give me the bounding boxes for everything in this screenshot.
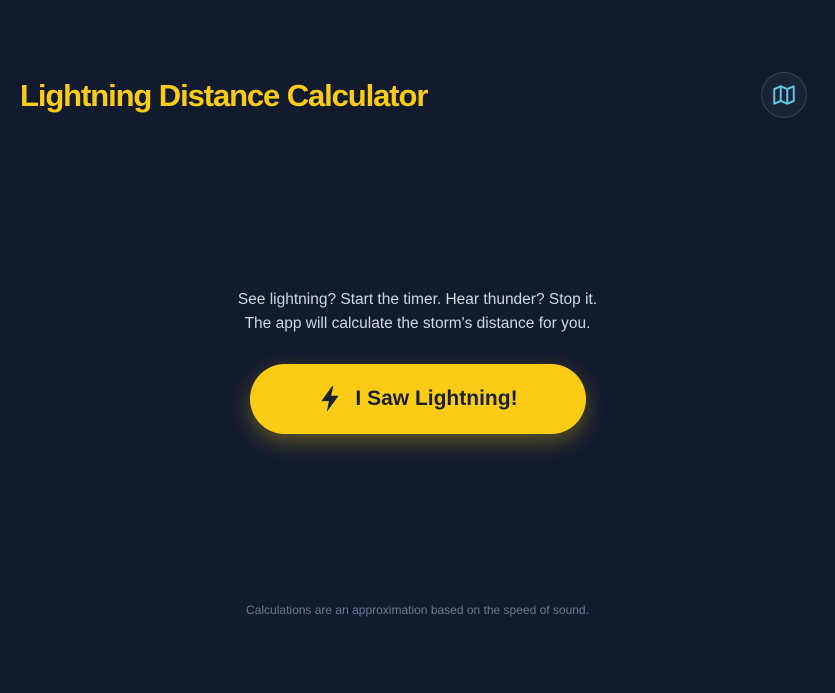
footer-note: Calculations are an approximation based … xyxy=(246,603,589,617)
button-label: I Saw Lightning! xyxy=(355,387,518,410)
main-content: See lightning? Start the timer. Hear thu… xyxy=(0,288,835,434)
lightning-bolt-icon xyxy=(317,385,343,413)
app-container: Lightning Distance Calculator See lightn… xyxy=(0,0,835,693)
i-saw-lightning-button[interactable]: I Saw Lightning! xyxy=(249,364,586,434)
header: Lightning Distance Calculator xyxy=(20,71,807,119)
map-icon xyxy=(771,82,797,108)
page-title: Lightning Distance Calculator xyxy=(20,77,428,113)
instruction-line-2: The app will calculate the storm's dista… xyxy=(244,315,591,332)
map-button[interactable] xyxy=(761,72,807,118)
instructions: See lightning? Start the timer. Hear thu… xyxy=(238,288,597,336)
instruction-line-1: See lightning? Start the timer. Hear thu… xyxy=(237,291,598,308)
